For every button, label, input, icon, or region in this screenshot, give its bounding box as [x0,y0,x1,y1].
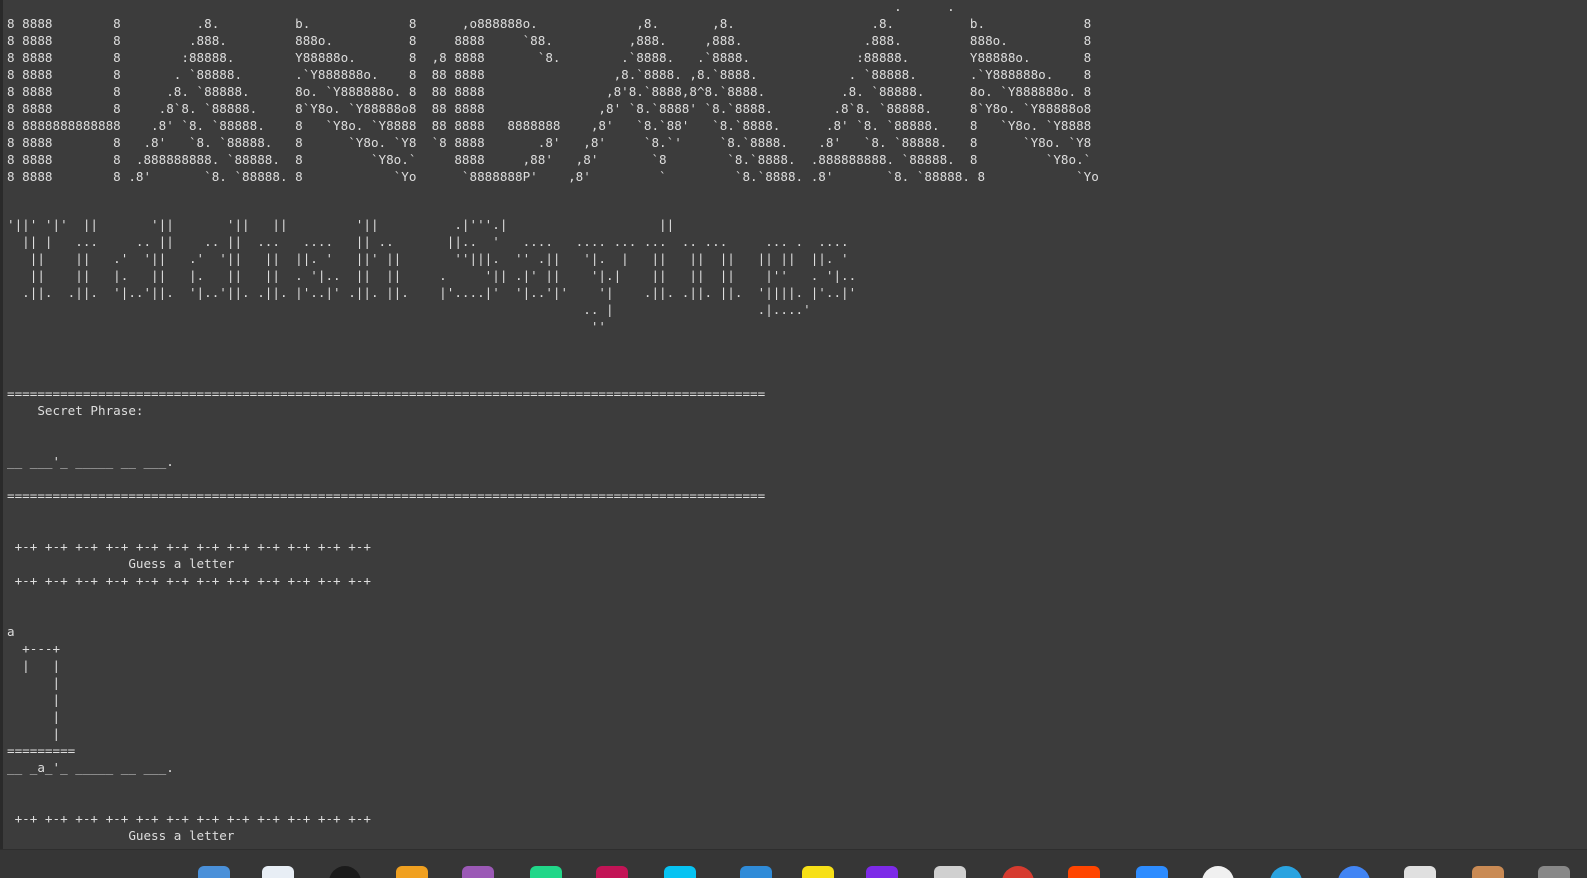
rider-icon[interactable] [596,866,628,878]
reddit-icon[interactable] [1068,866,1100,878]
pycharm-icon[interactable] [396,866,428,878]
telegram-icon[interactable] [1270,866,1302,878]
mail-icon[interactable] [934,866,966,878]
record-icon[interactable] [1002,866,1034,878]
zoom-icon[interactable] [1136,866,1168,878]
text-editor-icon[interactable] [262,866,294,878]
chrome-icon[interactable] [1338,866,1370,878]
obs-icon[interactable] [866,866,898,878]
visual-studio-icon[interactable] [740,866,772,878]
game-console-output: ========================================… [7,386,766,860]
steam-icon[interactable] [329,866,361,878]
file-explorer-icon[interactable] [198,866,230,878]
chatgpt-icon[interactable] [1202,866,1234,878]
webstorm-icon[interactable] [664,866,696,878]
document-icon[interactable] [1404,866,1436,878]
clipboard-icon[interactable] [1472,866,1504,878]
pycharm-community-icon[interactable] [530,866,562,878]
system-tray-icon[interactable] [1538,866,1570,878]
terminal-window[interactable]: . . 8 8888 8 .8. b. 8 ,o888888o. ,8. ,8.… [0,0,1587,878]
jupyter-icon[interactable] [462,866,494,878]
sticky-notes-icon[interactable] [802,866,834,878]
hangman-title-art: . . 8 8888 8 .8. b. 8 ,o888888o. ,8. ,8.… [7,0,1099,184]
kiddies-style-subtitle-art: '||' '|' || '|| '|| || '|| .|'''.| || ||… [7,217,857,334]
taskbar [0,849,1587,878]
